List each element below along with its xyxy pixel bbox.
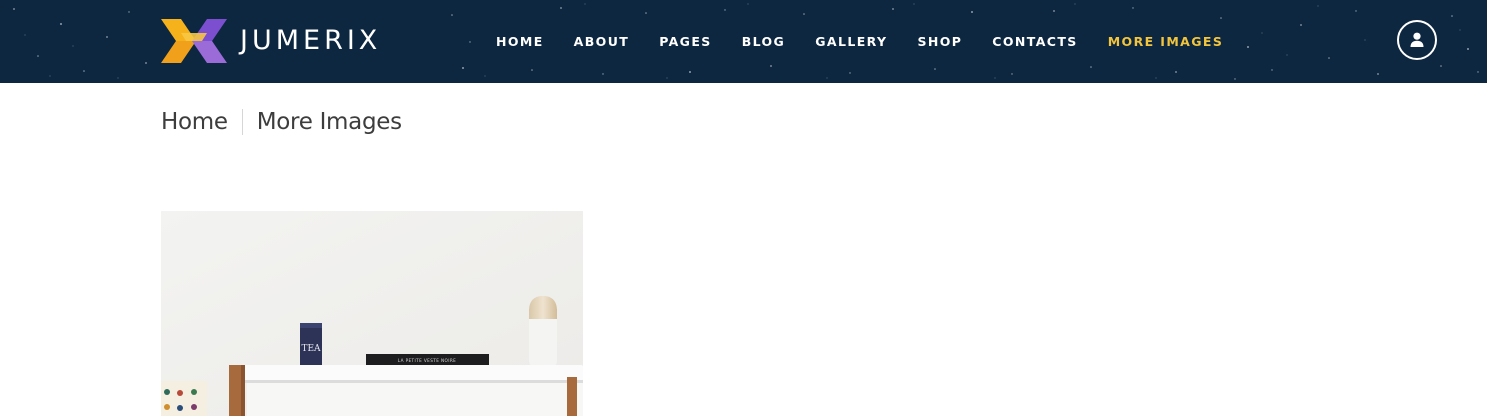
- tea-box-label: TEA: [301, 344, 321, 354]
- nav-item-contacts[interactable]: CONTACTS: [977, 32, 1092, 52]
- breadcrumb-home-link[interactable]: Home: [161, 106, 228, 138]
- user-icon: [1410, 32, 1424, 47]
- gallery-image[interactable]: TEA LA PETITE VESTE NOIRE: [161, 211, 583, 416]
- tea-box: TEA: [300, 323, 322, 365]
- book: LA PETITE VESTE NOIRE: [366, 354, 489, 366]
- site-header: JUMERIX HOME ABOUT PAGES BLOG GALLERY SH…: [0, 0, 1487, 83]
- nav-item-more-images[interactable]: MORE IMAGES: [1093, 32, 1239, 52]
- nav-item-pages[interactable]: PAGES: [644, 32, 727, 52]
- breadcrumb: Home More Images: [161, 106, 402, 138]
- shelf: [229, 365, 583, 416]
- logo-text: JUMERIX: [240, 25, 382, 56]
- main-nav: HOME ABOUT PAGES BLOG GALLERY SHOP CONTA…: [481, 0, 1238, 83]
- nav-item-home[interactable]: HOME: [481, 32, 559, 52]
- vase: [529, 296, 557, 367]
- insect-poster: [161, 381, 207, 416]
- nav-item-blog[interactable]: BLOG: [727, 32, 801, 52]
- nav-item-shop[interactable]: SHOP: [902, 32, 977, 52]
- nav-item-gallery[interactable]: GALLERY: [800, 32, 902, 52]
- logo-x-icon: [161, 19, 227, 63]
- breadcrumb-current: More Images: [256, 109, 402, 135]
- nav-item-about[interactable]: ABOUT: [559, 32, 645, 52]
- book-spine-text: LA PETITE VESTE NOIRE: [398, 358, 456, 363]
- user-account-button[interactable]: [1397, 20, 1437, 60]
- site-logo[interactable]: JUMERIX: [161, 19, 431, 63]
- breadcrumb-separator: [241, 109, 243, 135]
- shelf-photo: TEA LA PETITE VESTE NOIRE: [161, 211, 583, 416]
